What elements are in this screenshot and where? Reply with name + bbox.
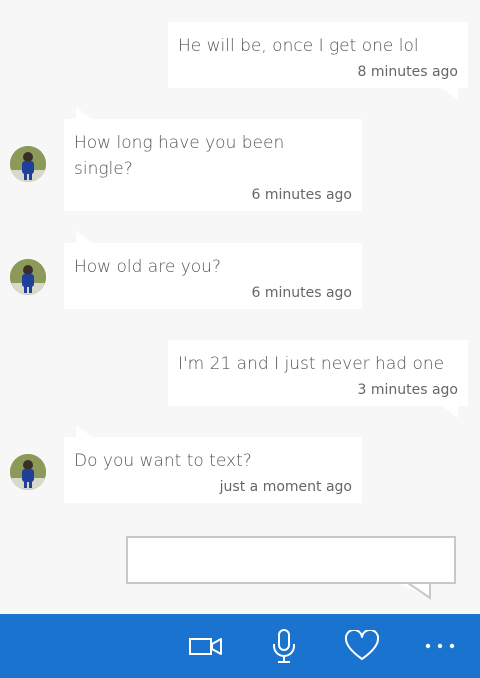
- microphone-button[interactable]: [264, 626, 304, 666]
- message-text: He will be, once I get one lol: [178, 36, 419, 56]
- message-timestamp: 6 minutes ago: [251, 285, 352, 301]
- message-text: Do you want to text?: [74, 451, 252, 471]
- video-call-icon: [189, 638, 222, 655]
- more-options-button[interactable]: [420, 626, 460, 666]
- message-thread: He will be, once I get one lol 8 minutes…: [0, 0, 480, 614]
- composer-tail: [396, 582, 431, 600]
- message-timestamp: just a moment ago: [219, 479, 352, 495]
- message-bubble-incoming[interactable]: Do you want to text? just a moment ago: [64, 425, 362, 503]
- message-bubble-incoming[interactable]: How long have you been single? 6 minutes…: [64, 107, 362, 211]
- message-bubble-outgoing[interactable]: He will be, once I get one lol 8 minutes…: [168, 22, 468, 100]
- contact-avatar[interactable]: [10, 259, 46, 295]
- favorite-button[interactable]: [342, 626, 382, 666]
- message-bubble-outgoing[interactable]: I'm 21 and I just never had one 3 minute…: [168, 340, 468, 418]
- message-text: How long have you been single?: [74, 133, 285, 179]
- heart-icon: [344, 630, 380, 660]
- microphone-icon: [273, 629, 295, 663]
- message-composer[interactable]: [126, 536, 456, 584]
- message-bubble-incoming[interactable]: How old are you? 6 minutes ago: [64, 231, 362, 309]
- contact-avatar[interactable]: [10, 454, 46, 490]
- more-options-icon: [425, 643, 455, 649]
- message-timestamp: 3 minutes ago: [357, 382, 458, 398]
- message-timestamp: 6 minutes ago: [251, 187, 352, 203]
- message-text: I'm 21 and I just never had one: [178, 354, 445, 374]
- video-call-button[interactable]: [186, 626, 226, 666]
- message-input[interactable]: [128, 538, 454, 582]
- app-bar: [0, 614, 480, 678]
- message-text: How old are you?: [74, 257, 221, 277]
- contact-avatar[interactable]: [10, 146, 46, 182]
- message-timestamp: 8 minutes ago: [357, 64, 458, 80]
